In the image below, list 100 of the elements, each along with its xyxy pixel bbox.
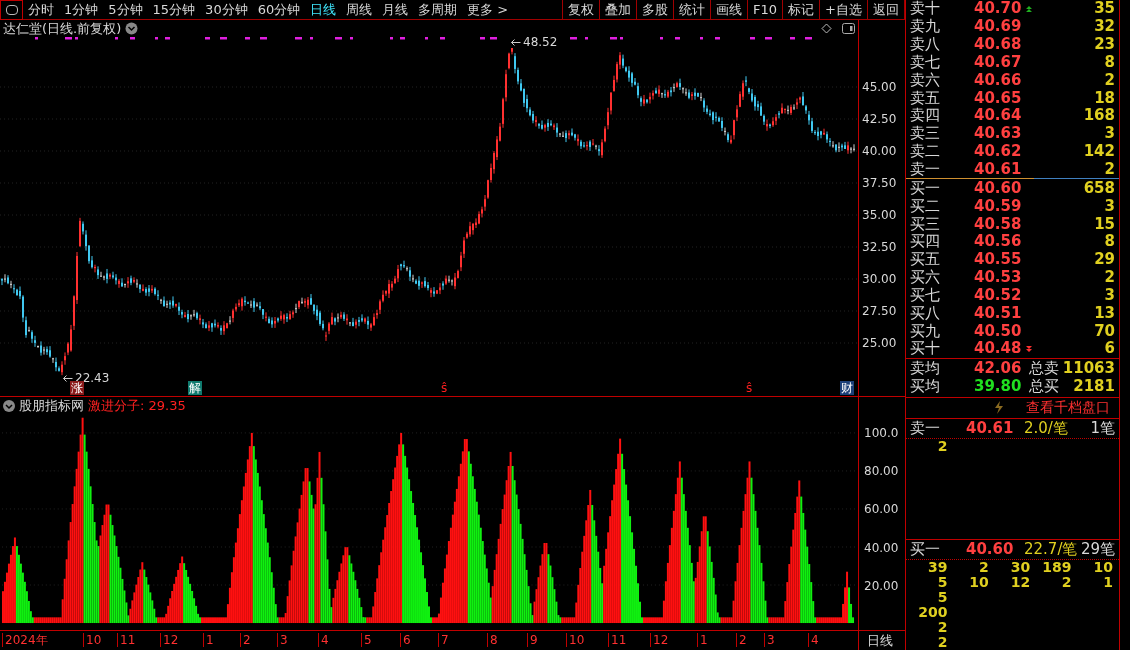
indicator-title: 股朋指标网	[19, 397, 84, 416]
event-marker[interactable]: 涨	[70, 381, 84, 395]
price-axis-label: 40.00	[862, 143, 897, 160]
volume-text: 2	[1104, 162, 1115, 177]
volume-text: 2	[1104, 270, 1115, 286]
date-axis-label: 6	[400, 633, 411, 647]
order-size: 39	[926, 559, 948, 575]
price-text: 40.69	[974, 19, 1022, 35]
average-label: 买均	[910, 379, 941, 395]
volume-text: 6	[1104, 341, 1115, 357]
date-axis-label: 3	[277, 633, 288, 647]
average-label: 卖均	[910, 361, 941, 377]
level-name: 卖一	[910, 162, 941, 177]
order-size: 2	[936, 438, 948, 454]
event-marker[interactable]: 财	[840, 381, 854, 395]
volume-text: 8	[1104, 54, 1115, 70]
panel-icon[interactable]	[842, 23, 855, 34]
level-name: 卖七	[910, 54, 941, 70]
toolbar-button[interactable]: 返回	[868, 0, 905, 19]
price-text: 40.55	[974, 252, 1022, 268]
volume-text: 142	[1083, 144, 1115, 160]
volume-text: 3	[1104, 198, 1115, 214]
period-tab[interactable]: 周线	[341, 0, 378, 20]
level-name: 卖九	[910, 19, 941, 35]
level-name: 买三	[910, 216, 941, 232]
price-text: 40.60	[974, 180, 1022, 196]
panel-toggle-button[interactable]	[0, 0, 23, 20]
period-tab[interactable]: 更多 >	[462, 0, 514, 20]
event-marker[interactable]: 解	[188, 381, 202, 395]
price-text: 40.59	[974, 198, 1022, 214]
level-name: 买七	[910, 287, 941, 303]
toolbar-button[interactable]: +自选	[820, 0, 868, 19]
queue-average: 2.0/笔	[1024, 420, 1068, 436]
price-text: 40.65	[974, 90, 1022, 106]
dropdown-icon[interactable]	[125, 22, 139, 35]
period-tab[interactable]: 月线	[377, 0, 414, 20]
level-name: 买六	[910, 270, 941, 286]
collapse-icon[interactable]	[3, 400, 15, 412]
average-price: 42.06	[974, 361, 1022, 377]
queue-price: 40.61	[966, 420, 1015, 436]
toolbar-button[interactable]: 复权	[563, 0, 601, 19]
order-size: 10	[1092, 559, 1113, 575]
period-tab[interactable]: 60分钟	[252, 0, 306, 20]
total-volume: 2181	[1073, 379, 1115, 395]
period-tab[interactable]: 5分钟	[103, 0, 148, 20]
volume-text: 3	[1104, 287, 1115, 303]
period-tab[interactable]: 30分钟	[200, 0, 253, 20]
date-axis-label: 11	[608, 633, 627, 647]
toolbar-button[interactable]: 多股	[637, 0, 675, 19]
order-size: 5	[936, 589, 948, 605]
order-size: 189	[1041, 559, 1072, 575]
price-text: 40.67	[974, 54, 1022, 70]
event-marker[interactable]: ŝ	[745, 381, 754, 395]
volume-text: 23	[1094, 37, 1115, 53]
date-axis-label: 1	[697, 633, 708, 647]
event-marker[interactable]: ŝ	[440, 381, 449, 395]
indicator-value: 激进分子: 29.35	[88, 397, 186, 416]
level-name: 卖八	[910, 37, 941, 53]
period-tab[interactable]: 分时	[23, 0, 59, 20]
price-text: 40.63	[974, 126, 1022, 142]
order-size: 12	[1009, 574, 1031, 590]
date-axis-label: 8	[487, 633, 498, 647]
period-tab[interactable]: 15分钟	[147, 0, 201, 20]
diamond-icon[interactable]	[821, 23, 832, 34]
volume-text: 15	[1094, 216, 1115, 232]
toolbar-button[interactable]: 统计	[674, 0, 712, 19]
date-axis-label: 5	[361, 633, 372, 647]
price-text: 40.51	[974, 305, 1022, 321]
level-name: 卖四	[910, 108, 941, 124]
price-axis-label: 30.00	[862, 271, 897, 288]
toolbar-button[interactable]: 标记	[783, 0, 821, 19]
volume-text: 18	[1094, 90, 1115, 106]
level-name: 买四	[910, 234, 941, 250]
period-tab[interactable]: 多周期	[413, 0, 463, 20]
period-tab[interactable]: 日线	[305, 0, 342, 20]
average-price: 39.80	[974, 379, 1022, 395]
price-text: 40.70	[974, 1, 1022, 17]
price-axis-label: 32.50	[862, 239, 897, 256]
price-axis-label: 25.00	[862, 335, 897, 352]
indicator-axis-label: 60.00	[864, 501, 899, 519]
total-volume: 11063	[1062, 361, 1115, 377]
toolbar-button[interactable]: 叠加	[600, 0, 638, 19]
price-text: 40.62	[974, 144, 1022, 160]
date-axis-label: 12	[160, 633, 179, 647]
order-size: 2	[936, 619, 948, 635]
toolbar-button[interactable]: 画线	[711, 0, 749, 19]
date-axis-label: 2	[736, 633, 747, 647]
depth-link[interactable]: 查看千档盘口	[1026, 397, 1110, 419]
price-text: 40.61	[974, 162, 1022, 177]
order-size: 1	[1102, 574, 1113, 590]
level-name: 卖五	[910, 90, 941, 106]
order-size: 2	[1060, 574, 1072, 590]
date-axis-label: 11	[117, 633, 136, 647]
volume-text: 8	[1104, 234, 1115, 250]
queue-label: 卖一	[910, 420, 941, 436]
period-tab[interactable]: 1分钟	[59, 0, 104, 20]
price-axis-label: 42.50	[862, 111, 897, 128]
queue-count: 1笔	[1090, 420, 1115, 436]
toolbar-button[interactable]: F10	[748, 0, 784, 19]
price-text: 40.58	[974, 216, 1022, 232]
